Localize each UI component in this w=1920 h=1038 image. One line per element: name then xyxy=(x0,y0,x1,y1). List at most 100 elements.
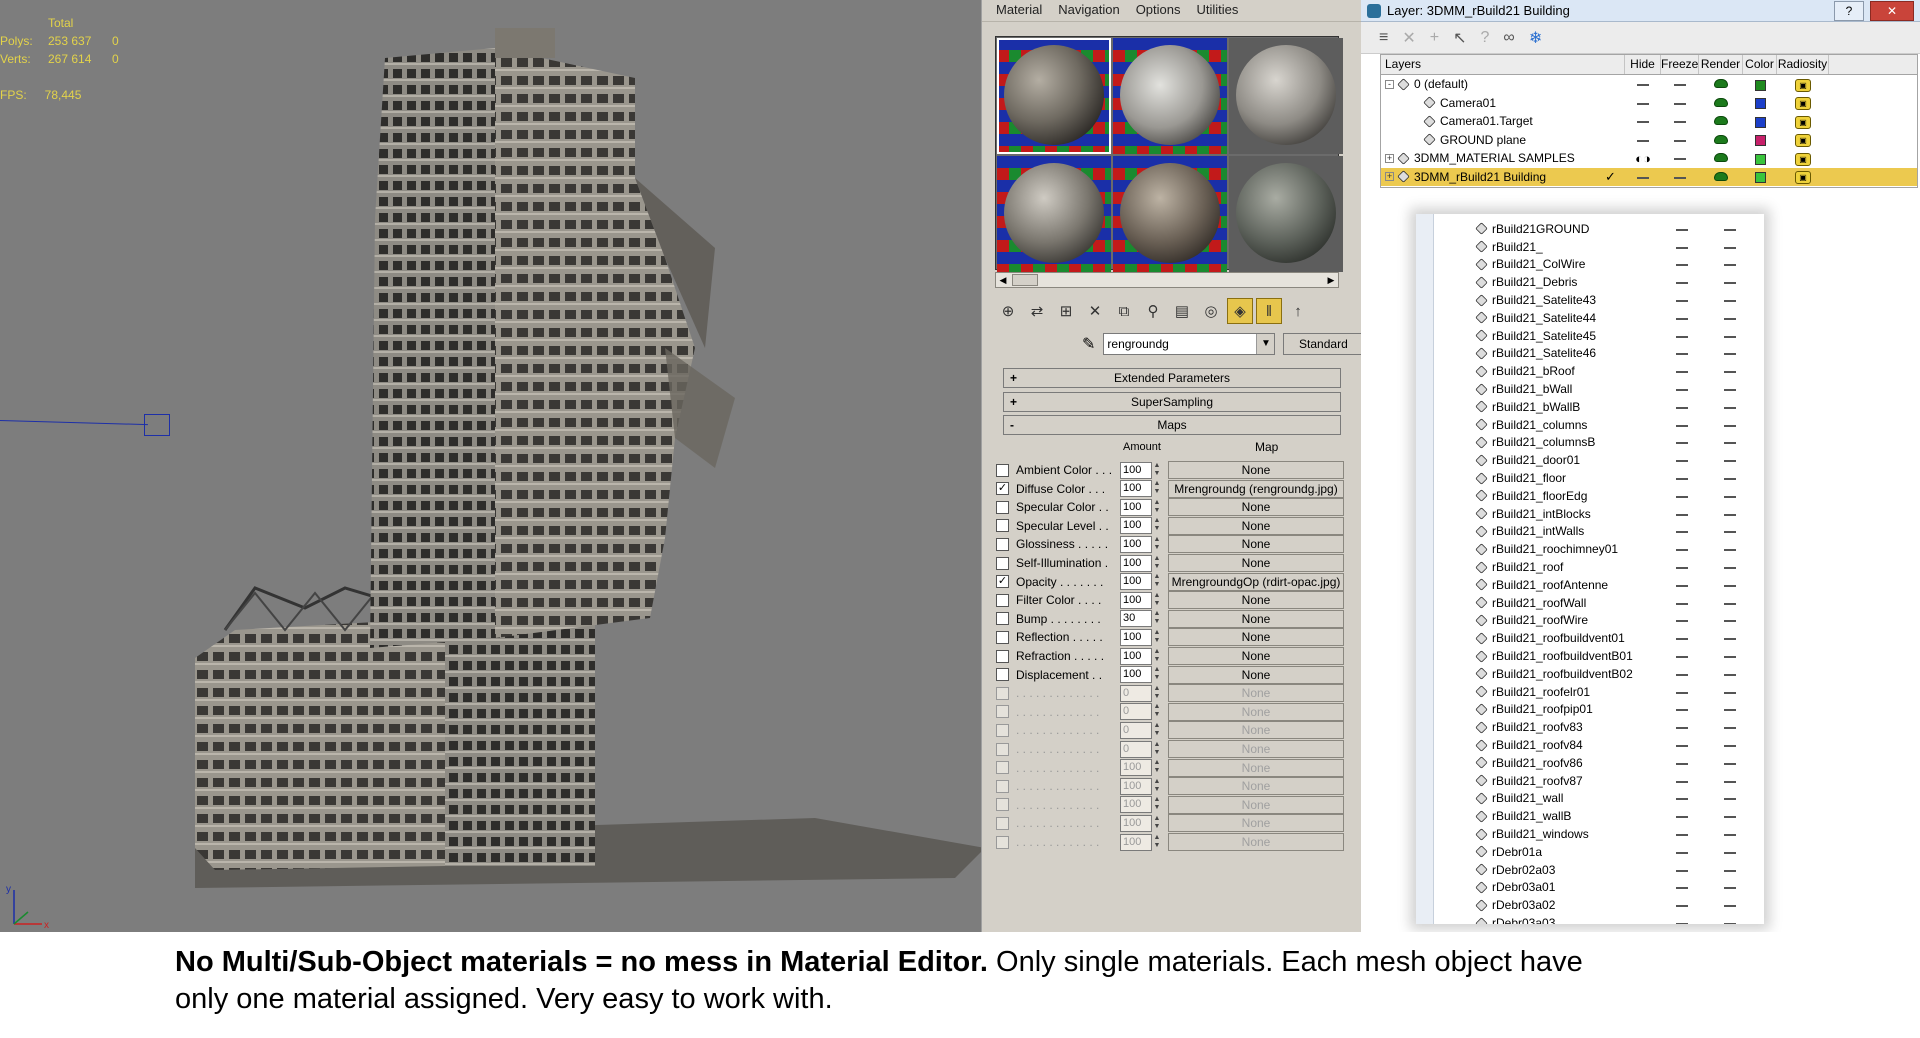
amount-spinner-icon[interactable]: ▲ ▼ xyxy=(1152,462,1162,479)
freeze-toggle-icon[interactable] xyxy=(1724,655,1736,658)
hide-toggle-icon[interactable] xyxy=(1676,406,1688,409)
render-teapot-icon[interactable] xyxy=(1714,153,1728,163)
object-row[interactable]: rBuild21_windows xyxy=(1475,825,1756,843)
freeze-all-icon[interactable]: ❄ xyxy=(1529,28,1542,48)
object-name[interactable]: rBuild21_roofv87 xyxy=(1492,774,1692,788)
map-amount-input[interactable]: 100 xyxy=(1120,480,1152,498)
put-to-scene-icon[interactable]: ⇄ xyxy=(1024,298,1050,324)
map-amount-input[interactable]: 100 xyxy=(1120,666,1152,684)
create-layer-icon[interactable]: ≡ xyxy=(1379,29,1388,47)
object-name[interactable]: rBuild21_roofv86 xyxy=(1492,756,1692,770)
amount-spinner-icon[interactable]: ▲ ▼ xyxy=(1152,499,1162,516)
freeze-toggle-icon[interactable] xyxy=(1724,780,1736,783)
object-name[interactable]: rBuild21_roofWall xyxy=(1492,596,1692,610)
rollout-extended-parameters[interactable]: + Extended Parameters xyxy=(1003,368,1341,388)
freeze-toggle-icon[interactable] xyxy=(1724,513,1736,516)
map-amount-input[interactable]: 100 xyxy=(1120,796,1152,814)
object-name[interactable]: rBuild21_Debris xyxy=(1492,275,1692,289)
3d-viewport[interactable]: Total Polys: 253 637 0 Verts: 267 614 0 FPS:… xyxy=(0,0,981,932)
amount-spinner-icon[interactable]: ▲ ▼ xyxy=(1152,648,1162,665)
hide-toggle-icon[interactable] xyxy=(1676,584,1688,587)
object-name[interactable]: rBuild21_Satelite45 xyxy=(1492,329,1692,343)
layer-name[interactable]: GROUND plane xyxy=(1440,133,1526,147)
close-button[interactable]: ✕ xyxy=(1870,0,1914,21)
layer-object-row[interactable]: Camera01 ▣ xyxy=(1381,94,1917,113)
object-row[interactable]: rBuild21_roof xyxy=(1475,558,1756,576)
map-enable-checkbox[interactable] xyxy=(996,463,1009,477)
object-row[interactable]: rBuild21_roochimney01 xyxy=(1475,540,1756,558)
map-enable-checkbox[interactable] xyxy=(996,519,1009,533)
hide-toggle-icon[interactable] xyxy=(1676,905,1688,908)
map-enable-checkbox[interactable] xyxy=(996,537,1009,551)
map-slot-button[interactable]: None xyxy=(1168,535,1344,554)
map-slot-button[interactable]: None xyxy=(1168,721,1344,740)
object-row[interactable]: rDebr03a02 xyxy=(1475,896,1756,914)
freeze-toggle-icon[interactable] xyxy=(1724,353,1736,356)
show-map-in-viewport-icon[interactable]: ◈ xyxy=(1227,298,1253,324)
hide-toggle-icon[interactable] xyxy=(1676,602,1688,605)
hide-toggle-icon[interactable] xyxy=(1676,442,1688,445)
hide-toggle-icon[interactable] xyxy=(1676,816,1688,819)
map-slot-button[interactable]: None xyxy=(1168,609,1344,628)
object-name[interactable]: rBuild21_Satelite44 xyxy=(1492,311,1692,325)
map-amount-input[interactable]: 0 xyxy=(1120,703,1152,721)
hide-toggle-icon[interactable] xyxy=(1676,513,1688,516)
map-amount-input[interactable]: 100 xyxy=(1120,628,1152,646)
layer-name[interactable]: Camera01 xyxy=(1440,96,1496,110)
render-teapot-icon[interactable] xyxy=(1714,171,1728,181)
map-enable-checkbox[interactable] xyxy=(996,630,1009,644)
hide-toggle-icon[interactable] xyxy=(1676,780,1688,783)
layer-color-swatch[interactable] xyxy=(1754,135,1766,147)
object-row[interactable]: rBuild21_columnsB xyxy=(1475,434,1756,452)
freeze-toggle-icon[interactable] xyxy=(1724,442,1736,445)
map-amount-input[interactable]: 100 xyxy=(1120,591,1152,609)
chevron-down-icon[interactable]: ▼ xyxy=(1256,334,1275,354)
object-name[interactable]: rBuild21_roofWire xyxy=(1492,613,1692,627)
map-slot-button[interactable]: None xyxy=(1168,795,1344,814)
amount-spinner-icon[interactable]: ▲ ▼ xyxy=(1152,703,1162,720)
render-teapot-icon[interactable] xyxy=(1714,79,1728,89)
object-name[interactable]: rBuild21_roochimney01 xyxy=(1492,542,1692,556)
radiosity-icon[interactable]: ▣ xyxy=(1795,78,1811,92)
hide-toggle-icon[interactable] xyxy=(1676,833,1688,836)
object-name[interactable]: rBuild21_roofAntenne xyxy=(1492,578,1692,592)
map-enable-checkbox[interactable] xyxy=(996,612,1009,626)
freeze-toggle-icon[interactable] xyxy=(1724,638,1736,641)
freeze-toggle-icon[interactable] xyxy=(1724,335,1736,338)
object-row[interactable]: rBuild21_roofAntenne xyxy=(1475,576,1756,594)
material-type-button[interactable]: Standard xyxy=(1283,333,1361,355)
expand-toggle-icon[interactable]: + xyxy=(1385,172,1394,182)
freeze-toggle-icon[interactable] xyxy=(1724,691,1736,694)
object-name[interactable]: rBuild21_floorEdg xyxy=(1492,489,1692,503)
map-enable-checkbox[interactable] xyxy=(996,705,1009,719)
hide-toggle-icon[interactable] xyxy=(1676,282,1688,285)
layer-color-swatch[interactable] xyxy=(1754,79,1766,91)
menu-navigation[interactable]: Navigation xyxy=(1058,0,1119,21)
map-amount-input[interactable]: 100 xyxy=(1120,759,1152,777)
material-slot-2[interactable] xyxy=(1113,38,1227,154)
ruined-building-model[interactable] xyxy=(195,18,981,898)
freeze-toggle-icon[interactable] xyxy=(1724,460,1736,463)
menu-utilities[interactable]: Utilities xyxy=(1197,0,1239,21)
freeze-toggle-icon[interactable] xyxy=(1724,922,1736,924)
col-render[interactable]: Render xyxy=(1699,55,1743,74)
object-row[interactable]: rBuild21_intWalls xyxy=(1475,523,1756,541)
freeze-toggle-icon[interactable] xyxy=(1724,709,1736,712)
object-row[interactable]: rBuild21_Debris xyxy=(1475,273,1756,291)
freeze-toggle-icon[interactable] xyxy=(1724,584,1736,587)
amount-spinner-icon[interactable]: ▲ ▼ xyxy=(1152,722,1162,739)
material-name-field[interactable]: rengroundg ▼ xyxy=(1103,333,1276,355)
object-row[interactable]: rBuild21_intBlocks xyxy=(1475,505,1756,523)
amount-spinner-icon[interactable]: ▲ ▼ xyxy=(1152,536,1162,553)
map-amount-input[interactable]: 100 xyxy=(1120,554,1152,572)
add-to-layer-icon[interactable]: + xyxy=(1430,29,1439,47)
object-row[interactable]: rBuild21_door01 xyxy=(1475,451,1756,469)
object-name[interactable]: rBuild21_roofelr01 xyxy=(1492,685,1692,699)
map-enable-checkbox[interactable] xyxy=(996,816,1009,830)
go-to-parent-icon[interactable]: ↑ xyxy=(1285,298,1311,324)
object-name[interactable]: rDebr01a xyxy=(1492,845,1692,859)
amount-spinner-icon[interactable]: ▲ ▼ xyxy=(1152,815,1162,832)
layer-object-row[interactable]: Camera01.Target ▣ xyxy=(1381,112,1917,131)
freeze-toggle-icon[interactable] xyxy=(1724,388,1736,391)
map-enable-checkbox[interactable] xyxy=(996,779,1009,793)
